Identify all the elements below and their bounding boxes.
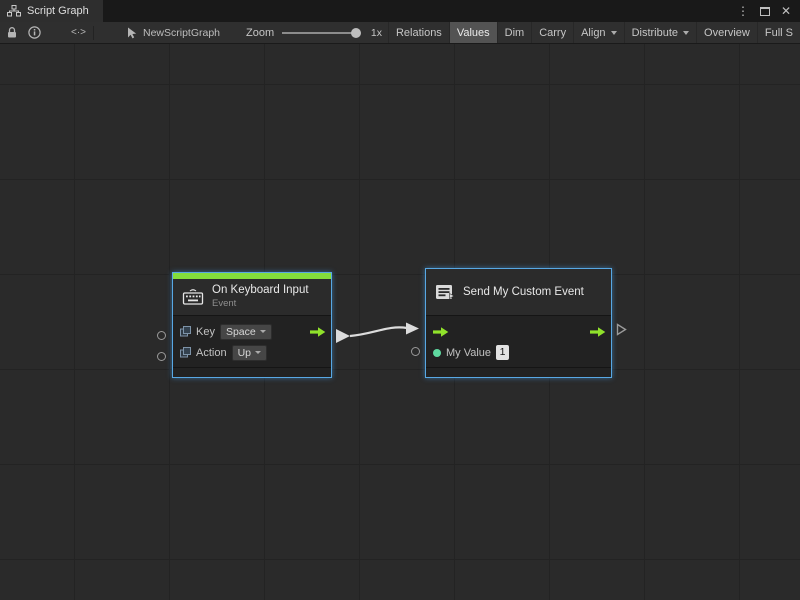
action-dropdown[interactable]: Up	[232, 345, 267, 361]
zoom-slider-handle[interactable]	[351, 28, 361, 38]
port-label: My Value	[446, 347, 491, 359]
graph-toolbar: <·> NewScriptGraph Zoom 1x Relations Val…	[0, 22, 800, 44]
node-body: Key Space Action	[173, 316, 331, 367]
align-label: Align	[581, 27, 605, 39]
distribute-label: Distribute	[632, 27, 678, 39]
action-dropdown-value: Up	[238, 347, 251, 359]
code-icon[interactable]: <·>	[71, 22, 86, 44]
action-input-port[interactable]	[157, 352, 166, 361]
zoom-slider[interactable]	[282, 22, 367, 44]
flow-input-port[interactable]	[433, 326, 449, 338]
node-body: My Value 1	[426, 316, 611, 367]
zoom-slider-fill	[282, 32, 354, 34]
titlebar-spacer	[103, 0, 737, 22]
node-header[interactable]: On Keyboard Input Event	[173, 279, 331, 316]
enum-type-icon	[180, 347, 191, 358]
node-subtitle: Event	[212, 298, 309, 309]
window-menu-icon[interactable]: ⋮	[737, 5, 749, 17]
node-title: On Keyboard Input	[212, 284, 309, 296]
wire-path	[350, 327, 407, 336]
maximize-icon[interactable]	[760, 7, 770, 16]
graph-name-label: NewScriptGraph	[143, 27, 220, 39]
dim-button[interactable]: Dim	[497, 22, 532, 44]
flow-output-port[interactable]	[310, 326, 326, 338]
my-value-input[interactable]: 1	[496, 345, 509, 360]
port-label: Key	[196, 326, 215, 338]
enum-type-icon	[180, 326, 191, 337]
key-dropdown-value: Space	[226, 326, 256, 338]
node-header[interactable]: Send My Custom Event	[426, 269, 611, 316]
flow-output-port[interactable]	[590, 326, 606, 338]
chevron-down-icon	[255, 351, 261, 354]
relations-button[interactable]: Relations	[388, 22, 449, 44]
distribute-dropdown[interactable]: Distribute	[624, 22, 696, 44]
tab-title: Script Graph	[27, 5, 89, 17]
my-value-input-port[interactable]	[411, 347, 420, 356]
key-dropdown[interactable]: Space	[220, 324, 272, 340]
port-row-flow	[426, 321, 611, 342]
lock-icon[interactable]	[6, 22, 18, 44]
graph-pointer-icon	[127, 22, 138, 44]
wire-source-arrow-icon	[336, 329, 350, 343]
chevron-down-icon	[260, 330, 266, 333]
overview-button[interactable]: Overview	[696, 22, 757, 44]
keyboard-icon	[182, 288, 204, 306]
align-dropdown[interactable]: Align	[573, 22, 623, 44]
zoom-value: 1x	[371, 27, 382, 39]
script-graph-icon	[7, 5, 21, 17]
chevron-down-icon	[611, 31, 617, 35]
close-icon[interactable]: ✕	[781, 5, 791, 17]
graph-canvas[interactable]: On Keyboard Input Event Key Space	[0, 44, 800, 600]
node-footer	[173, 367, 331, 377]
chevron-down-icon	[683, 31, 689, 35]
info-icon[interactable]	[28, 22, 41, 44]
window-titlebar: Script Graph ⋮ ✕	[0, 0, 800, 22]
key-input-port[interactable]	[157, 331, 166, 340]
connection-wire[interactable]	[0, 44, 800, 600]
carry-button[interactable]: Carry	[531, 22, 573, 44]
custom-event-icon	[435, 283, 455, 301]
value-port-dot[interactable]	[433, 349, 441, 357]
port-row-my-value: My Value 1	[426, 342, 611, 363]
wire-dest-arrow-icon	[406, 323, 419, 335]
node-footer	[426, 367, 611, 377]
tab-script-graph[interactable]: Script Graph	[0, 0, 103, 22]
values-button[interactable]: Values	[449, 22, 497, 44]
node-title: Send My Custom Event	[463, 286, 584, 298]
node-send-my-custom-event[interactable]: Send My Custom Event	[425, 268, 612, 378]
port-row-action: Action Up	[173, 342, 331, 363]
zoom-label: Zoom	[246, 27, 274, 39]
fullscreen-button[interactable]: Full S	[757, 22, 800, 44]
node-on-keyboard-input[interactable]: On Keyboard Input Event Key Space	[172, 272, 332, 378]
port-label: Action	[196, 347, 227, 359]
flow-output-port-triangle[interactable]	[616, 323, 627, 336]
port-row-key: Key Space	[173, 321, 331, 342]
toolbar-divider	[93, 26, 94, 40]
